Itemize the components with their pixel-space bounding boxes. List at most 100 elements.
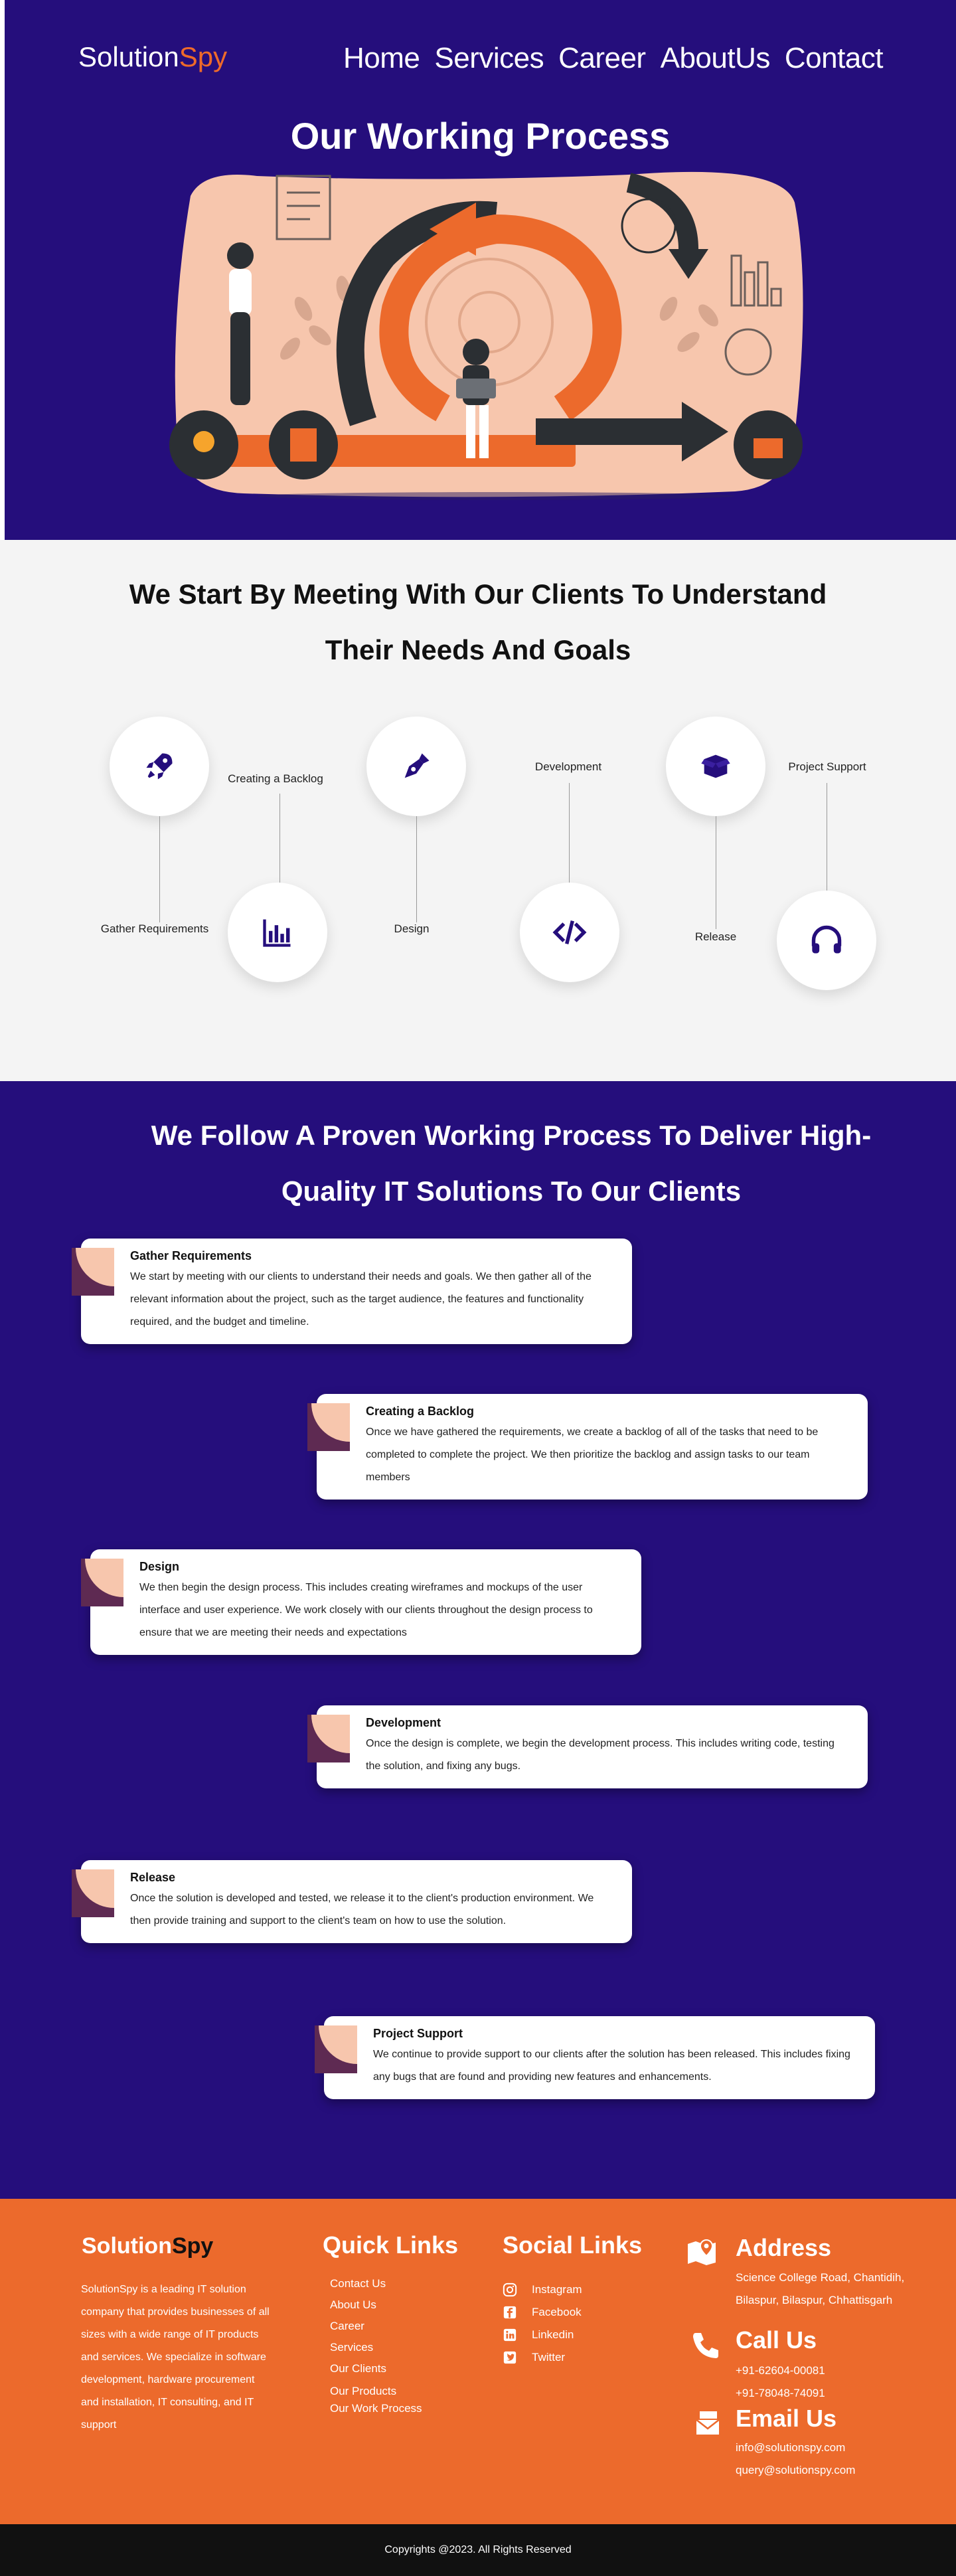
card-description: We then begin the design process. This i…	[139, 1582, 593, 1638]
social-label: Instagram	[532, 2283, 582, 2296]
step-label-project-support: Project Support	[788, 760, 866, 773]
mail-bulk-icon	[695, 2411, 720, 2436]
step-label-creating-backlog: Creating a Backlog	[228, 772, 323, 785]
footer-logo-accent: Spy	[171, 2233, 214, 2259]
site-logo[interactable]: SolutionSpy	[78, 41, 227, 73]
social-link-facebook[interactable]: Facebook	[503, 2301, 582, 2324]
card-description: We continue to provide support to our cl…	[373, 2049, 850, 2083]
process-card-creating-backlog: Creating a Backlog Once we have gathered…	[307, 1394, 868, 1500]
nav-career[interactable]: Career	[558, 42, 646, 75]
footer-link-our-work-process[interactable]: Our Work Process	[330, 2402, 422, 2419]
step-circle-development[interactable]	[520, 883, 619, 982]
card-title: Design	[139, 1560, 180, 1573]
step-circle-release[interactable]	[666, 717, 765, 816]
facebook-icon	[503, 2305, 517, 2320]
address-line-1: Science College Road, Chantidih,	[736, 2271, 905, 2284]
process-card-release: Release Once the solution is developed a…	[72, 1860, 632, 1943]
email-us-heading: Email Us	[736, 2405, 837, 2432]
main-nav: Home Services Career AboutUs Contact	[343, 42, 884, 75]
card-description: Once the solution is developed and teste…	[130, 1893, 594, 1927]
process-section: We Follow A Proven Working Process To De…	[0, 1081, 956, 2199]
card-description: Once we have gathered the requirements, …	[366, 1426, 819, 1483]
quick-links-list: Contact Us About Us Career Services Our …	[330, 2277, 422, 2419]
working-process-illustration	[169, 171, 803, 500]
footer-about-text: SolutionSpy is a leading IT solution com…	[81, 2284, 270, 2431]
process-card-development: Development Once the design is complete,…	[307, 1705, 868, 1788]
footer-logo[interactable]: SolutionSpy	[82, 2233, 213, 2259]
social-link-instagram[interactable]: Instagram	[503, 2278, 582, 2301]
card-title: Release	[130, 1871, 176, 1884]
footer-link-our-clients[interactable]: Our Clients	[330, 2362, 422, 2385]
quarter-circle-decoration	[307, 1403, 350, 1451]
quarter-circle-decoration	[81, 1559, 123, 1606]
headphones-icon	[811, 925, 842, 954]
social-links-heading: Social Links	[503, 2231, 643, 2259]
nav-about-us[interactable]: AboutUs	[661, 42, 771, 75]
nav-home[interactable]: Home	[343, 42, 420, 75]
copyright-bar: Copyrights @2023. All Rights Reserved	[0, 2524, 956, 2576]
copyright-text: Copyrights @2023. All Rights Reserved	[384, 2544, 572, 2555]
instagram-icon	[503, 2282, 517, 2297]
phone-number-2[interactable]: +91-78048-74091	[736, 2382, 825, 2405]
card-description: Once the design is complete, we begin th…	[366, 1738, 835, 1772]
footer-link-career[interactable]: Career	[330, 2320, 422, 2341]
quarter-circle-decoration	[72, 1248, 114, 1296]
process-heading: We Follow A Proven Working Process To De…	[151, 1120, 872, 1207]
step-circle-design[interactable]	[366, 717, 466, 816]
step-label-gather-requirements: Gather Requirements	[100, 922, 209, 935]
connector-line	[569, 783, 570, 883]
connector-line	[416, 816, 417, 922]
rocket-icon	[146, 753, 173, 780]
nav-contact[interactable]: Contact	[785, 42, 884, 75]
address-line-2: Bilaspur, Bilaspur, Chhattisgarh	[736, 2294, 893, 2306]
footer-link-our-products[interactable]: Our Products	[330, 2385, 422, 2402]
map-location-icon	[688, 2239, 716, 2265]
social-links-list: Instagram Facebook Linkedin Twitter	[503, 2278, 582, 2369]
social-link-linkedin[interactable]: Linkedin	[503, 2324, 582, 2346]
site-footer: SolutionSpy SolutionSpy is a leading IT …	[0, 2199, 956, 2524]
phone-icon	[693, 2333, 718, 2358]
phone-number-1[interactable]: +91-62604-00081	[736, 2360, 825, 2382]
footer-logo-main: Solution	[82, 2233, 172, 2259]
code-icon	[552, 920, 587, 944]
overview-heading: We Start By Meeting With Our Clients To …	[129, 578, 827, 665]
email-address-2[interactable]: query@solutionspy.com	[736, 2459, 855, 2482]
step-circle-project-support[interactable]	[777, 891, 876, 990]
card-title: Creating a Backlog	[366, 1405, 475, 1418]
step-label-release: Release	[694, 930, 737, 943]
step-label-development: Development	[534, 760, 602, 773]
bar-chart-icon	[263, 919, 291, 947]
social-label: Twitter	[532, 2351, 566, 2363]
footer-link-services[interactable]: Services	[330, 2341, 422, 2362]
social-label: Facebook	[532, 2306, 582, 2318]
steps-overview-section: We Start By Meeting With Our Clients To …	[0, 540, 956, 1081]
process-card-gather-requirements: Gather Requirements We start by meeting …	[72, 1239, 632, 1344]
nav-services[interactable]: Services	[434, 42, 544, 75]
card-description: We start by meeting with our clients to …	[130, 1271, 592, 1328]
quick-links-heading: Quick Links	[323, 2231, 459, 2259]
social-label: Linkedin	[532, 2328, 574, 2341]
connector-line	[279, 794, 280, 883]
footer-link-about-us[interactable]: About Us	[330, 2298, 422, 2320]
card-title: Project Support	[373, 2027, 463, 2040]
page-title: Our Working Process	[290, 115, 671, 157]
step-label-design: Design	[394, 922, 430, 935]
logo-accent: Spy	[179, 41, 228, 72]
linkedin-icon	[503, 2328, 517, 2342]
quarter-circle-decoration	[315, 2025, 357, 2073]
card-title: Gather Requirements	[130, 1249, 252, 1262]
process-card-design: Design We then begin the design process.…	[81, 1549, 641, 1655]
quarter-circle-decoration	[72, 1869, 114, 1917]
connector-line	[159, 816, 160, 922]
footer-link-contact-us[interactable]: Contact Us	[330, 2277, 422, 2298]
hero-section: SolutionSpy Home Services Career AboutUs…	[5, 0, 956, 540]
pen-nib-icon	[404, 753, 430, 778]
box-open-icon	[701, 754, 730, 778]
email-address-1[interactable]: info@solutionspy.com	[736, 2437, 845, 2459]
logo-main: Solution	[78, 41, 179, 72]
call-us-heading: Call Us	[736, 2326, 817, 2354]
twitter-icon	[503, 2350, 517, 2365]
step-circle-gather-requirements[interactable]	[110, 717, 209, 816]
step-circle-creating-backlog[interactable]	[228, 883, 327, 982]
social-link-twitter[interactable]: Twitter	[503, 2346, 582, 2369]
